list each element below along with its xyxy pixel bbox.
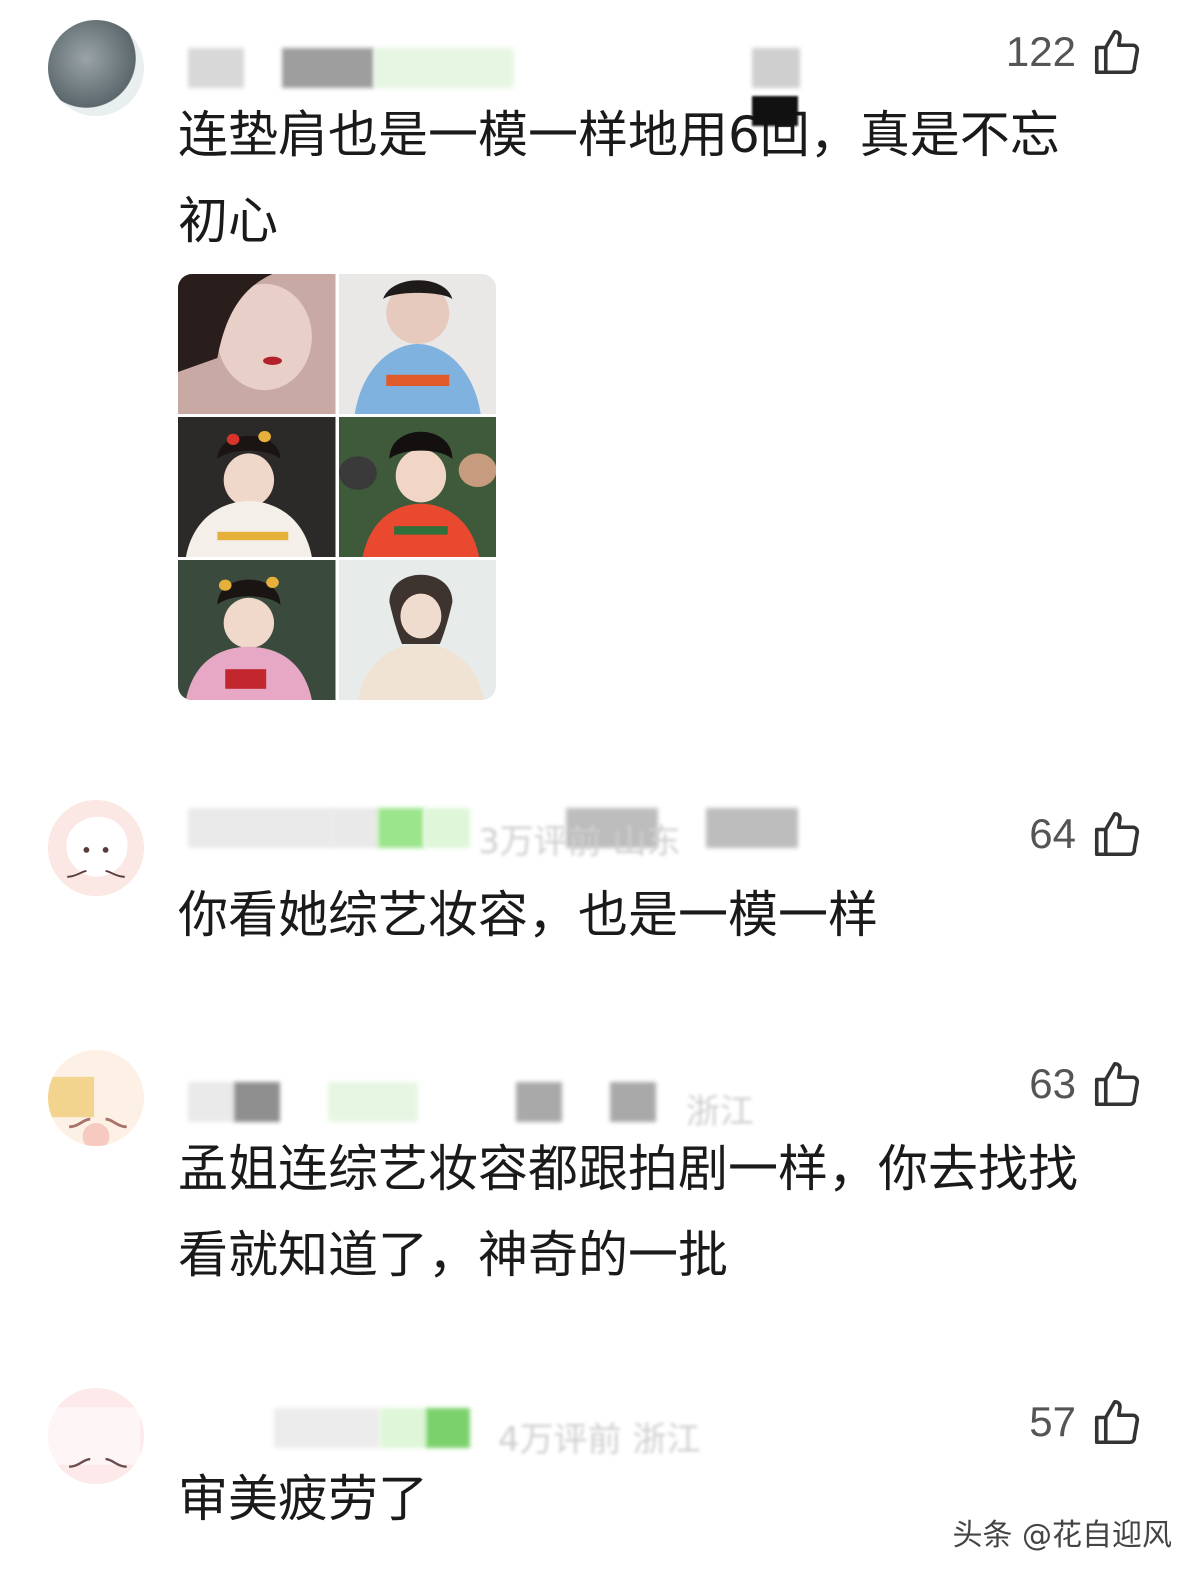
comment-text-line: 初心	[178, 192, 278, 250]
username-redacted[interactable]	[178, 40, 878, 100]
grid-photo[interactable]	[178, 560, 336, 700]
avatar[interactable]	[48, 1388, 144, 1484]
comment-text: 连垫肩也是一模一样地用6回，真是不忘 初心	[178, 92, 1138, 264]
avatar[interactable]	[48, 1050, 144, 1146]
thumbs-up-icon	[1094, 1061, 1140, 1107]
like-button[interactable]: 64	[1029, 804, 1144, 864]
username-redacted[interactable]: 4万评前 浙江	[178, 1400, 878, 1460]
thumbs-up-icon	[1094, 1399, 1140, 1445]
like-button[interactable]: 122	[1006, 22, 1144, 82]
grid-photo[interactable]	[338, 274, 496, 414]
comment-text: 你看她综艺妆容，也是一模一样	[178, 872, 1138, 958]
thumbs-up-icon	[1094, 811, 1140, 857]
like-button[interactable]: 57	[1029, 1392, 1144, 1452]
like-button[interactable]: 63	[1029, 1054, 1144, 1114]
watermark: 头条 @花自迎风	[952, 1518, 1172, 1553]
grid-photo[interactable]	[338, 417, 496, 557]
grid-photo[interactable]	[178, 274, 336, 414]
comment-text-line: 连垫肩也是一模一样地用6回，真是不忘	[178, 106, 1060, 164]
avatar[interactable]	[48, 800, 144, 896]
grid-photo[interactable]	[338, 560, 496, 700]
like-count: 63	[1029, 1060, 1076, 1107]
like-count: 57	[1029, 1398, 1076, 1445]
comment-image-grid[interactable]	[178, 274, 496, 700]
thumbs-up-icon	[1094, 29, 1140, 75]
username-redacted[interactable]: 浙江	[178, 1074, 878, 1134]
like-count: 64	[1029, 810, 1076, 857]
comment-text-line: 孟姐连综艺妆容都跟拍剧一样，你去找找	[178, 1140, 1078, 1198]
comment-meta: 3万评前 山东	[478, 822, 681, 862]
comment-thread: 122 连垫肩也是一模一样地用6回，真是不忘 初心 3万评前 山东 64 你看她…	[0, 0, 1200, 1570]
grid-photo[interactable]	[178, 417, 336, 557]
comment-text: 孟姐连综艺妆容都跟拍剧一样，你去找找 看就知道了，神奇的一批	[178, 1126, 1138, 1298]
comment-meta: 4万评前 浙江	[498, 1420, 701, 1460]
username-redacted[interactable]: 3万评前 山东	[178, 800, 878, 862]
comment-text-line: 看就知道了，神奇的一批	[178, 1226, 728, 1284]
comment-text-line: 你看她综艺妆容，也是一模一样	[178, 886, 878, 944]
avatar[interactable]	[48, 20, 144, 116]
like-count: 122	[1005, 28, 1076, 75]
